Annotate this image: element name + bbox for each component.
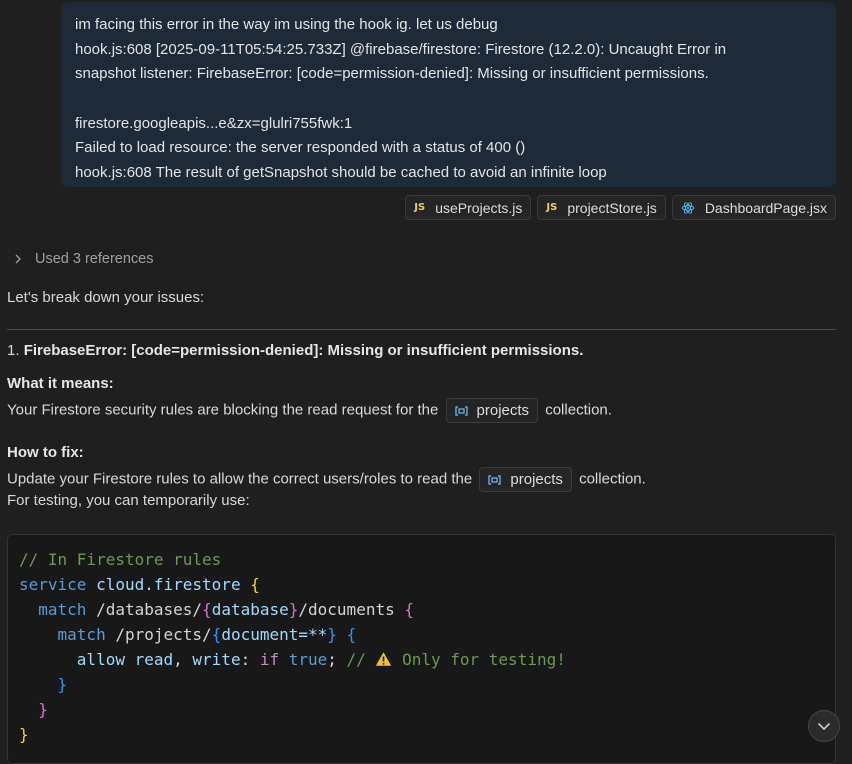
user-message-bubble: im facing this error in the way im using… bbox=[61, 2, 836, 187]
used-references-label: Used 3 references bbox=[35, 251, 154, 267]
user-message-line: snapshot listener: FirebaseError: [code=… bbox=[75, 65, 709, 82]
issue-title: FirebaseError: [code=permission-denied]:… bbox=[23, 342, 584, 359]
divider bbox=[7, 329, 836, 330]
code-line: match /databases/{database}/documents { bbox=[38, 600, 414, 619]
what-text-end: collection. bbox=[545, 401, 612, 419]
attachment-label: projectStore.js bbox=[567, 199, 657, 216]
code-line: match /projects/{document=**} { bbox=[57, 625, 357, 644]
testing-text: For testing, you can temporarily use: bbox=[7, 492, 250, 509]
attachment-project-store[interactable]: JS projectStore.js bbox=[537, 195, 666, 220]
symbol-label: projects bbox=[510, 471, 563, 488]
react-file-icon bbox=[681, 201, 695, 214]
how-heading: How to fix: bbox=[7, 444, 84, 461]
scroll-to-bottom-button[interactable] bbox=[808, 710, 840, 742]
symbol-label: projects bbox=[476, 402, 530, 419]
js-file-icon: JS bbox=[546, 202, 558, 213]
js-file-icon: JS bbox=[414, 202, 426, 213]
code-line: } bbox=[57, 675, 68, 694]
what-paragraph: Your Firestore security rules are blocki… bbox=[7, 398, 612, 423]
user-message-line: firestore.googleapis...e&zx=glulri755fwk… bbox=[75, 114, 353, 132]
how-text-end: collection. bbox=[579, 470, 646, 488]
how-paragraph: Update your Firestore rules to allow the… bbox=[7, 467, 646, 492]
attachment-label: useProjects.js bbox=[435, 199, 523, 216]
user-message-line: im facing this error in the way im using… bbox=[75, 16, 498, 33]
code-line: allow read, write: if true; // Only for … bbox=[76, 650, 566, 669]
code-line: service cloud.firestore { bbox=[19, 575, 260, 594]
used-references-toggle[interactable]: Used 3 references bbox=[14, 251, 153, 267]
user-message-line: Failed to load resource: the server resp… bbox=[75, 139, 526, 156]
attachment-label: DashboardPage.jsx bbox=[704, 199, 827, 216]
response-intro: Let's break down your issues: bbox=[7, 289, 205, 306]
symbol-variable-icon bbox=[454, 405, 468, 416]
issue-number: 1. bbox=[7, 342, 20, 359]
code-line: // In Firestore rules bbox=[19, 550, 222, 569]
symbol-projects-chip[interactable]: projects bbox=[445, 398, 539, 423]
user-message-line: hook.js:608 The result of getSnapshot sh… bbox=[75, 163, 607, 181]
symbol-variable-icon bbox=[488, 474, 501, 485]
code-line: } bbox=[19, 725, 29, 744]
code-block[interactable]: // In Firestore rules service cloud.fires… bbox=[7, 534, 836, 764]
what-heading: What it means: bbox=[7, 375, 114, 392]
symbol-projects-chip[interactable]: projects bbox=[479, 467, 572, 492]
code-line: } bbox=[38, 700, 48, 719]
chevron-down-icon bbox=[817, 722, 831, 730]
issue-heading: 1. FirebaseError: [code=permission-denie… bbox=[7, 342, 583, 359]
attachment-list: JS useProjects.js JS projectStore.js Das… bbox=[405, 195, 836, 220]
how-text: Update your Firestore rules to allow the… bbox=[7, 470, 473, 488]
attachment-dashboard-page[interactable]: DashboardPage.jsx bbox=[671, 195, 836, 220]
attachment-use-projects[interactable]: JS useProjects.js bbox=[405, 195, 532, 220]
what-text: Your Firestore security rules are blocki… bbox=[7, 401, 439, 419]
chevron-right-icon bbox=[15, 254, 21, 264]
warning-icon bbox=[376, 652, 392, 666]
user-message-line: hook.js:608 [2025-09-11T05:54:25.733Z] @… bbox=[75, 40, 727, 58]
